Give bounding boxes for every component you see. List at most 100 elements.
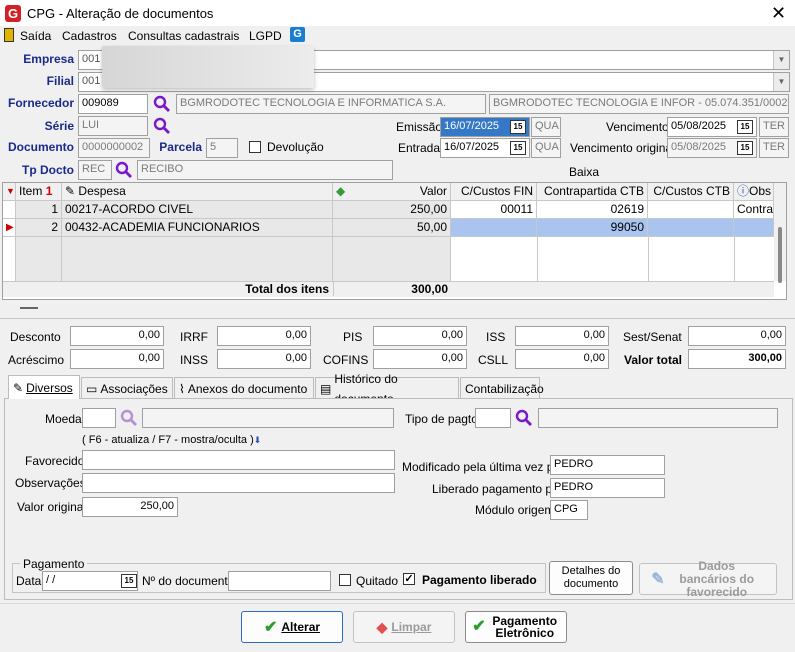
- tab-associacoes[interactable]: ▭ Associações: [81, 377, 173, 399]
- grid-resize-handle[interactable]: [20, 307, 38, 309]
- menu-saida[interactable]: Saída: [20, 29, 51, 43]
- filial-label: Filial: [46, 74, 74, 88]
- observacoes-field[interactable]: [82, 473, 395, 493]
- venc-original-calendar-icon: 15: [737, 141, 753, 155]
- window-title: CPG - Alteração de documentos: [27, 6, 214, 21]
- pagamento-data-label: Data: [16, 574, 42, 588]
- ndoc-label: Nº do documento: [142, 574, 235, 588]
- irrf-field[interactable]: 0,00: [217, 326, 311, 346]
- cell-obs[interactable]: Contrap: [734, 201, 774, 219]
- cofins-field[interactable]: 0,00: [373, 349, 467, 369]
- grid-scroll-thumb[interactable]: [778, 227, 782, 283]
- tab-diversos[interactable]: ✎ Diversos: [8, 375, 80, 399]
- cell-item[interactable]: 1: [16, 201, 62, 219]
- tpdocto-search-icon[interactable]: [115, 161, 133, 179]
- empresa-dropdown-icon[interactable]: ▼: [773, 51, 789, 69]
- devolucao-checkbox[interactable]: [249, 141, 261, 153]
- menu-consultas[interactable]: Consultas cadastrais: [128, 29, 239, 43]
- cell-despesa[interactable]: 00217-ACORDO CIVEL: [62, 201, 333, 219]
- items-grid[interactable]: ▼ Item 1 ✎ Despesa ◆ Valor C/Custos FIN C…: [2, 182, 787, 300]
- pagamento-eletronico-button[interactable]: ✔ Pagamento Eletrônico: [465, 611, 567, 643]
- tab-historico[interactable]: ▤Histórico do documento: [315, 372, 459, 406]
- entrada-calendar-icon[interactable]: 15: [510, 141, 526, 155]
- header-cc-fin[interactable]: C/Custos FIN: [451, 183, 537, 201]
- fornecedor-code-field[interactable]: 009089: [78, 94, 148, 114]
- cell-contrapartida[interactable]: 99050: [537, 219, 648, 237]
- tab-contabilizacao[interactable]: Contabilização: [460, 377, 544, 399]
- vencimento-calendar-icon[interactable]: 15: [737, 120, 753, 134]
- cell-cc-fin[interactable]: [451, 219, 537, 237]
- header-cc-ctb[interactable]: C/Custos CTB: [648, 183, 734, 201]
- tpdocto-code-field[interactable]: REC: [78, 160, 112, 180]
- fornecedor-name-field: BGMRODOTEC TECNOLOGIA E INFORMATICA S.A.: [176, 94, 486, 114]
- check-icon: ✔: [472, 618, 486, 635]
- desconto-field[interactable]: 0,00: [70, 326, 164, 346]
- menu-lgpd[interactable]: LGPD: [249, 29, 282, 43]
- header-contrapartida[interactable]: Contrapartida CTB: [537, 183, 648, 201]
- pagamento-liberado-checkbox[interactable]: ✓: [403, 573, 415, 585]
- tpdocto-name-field: RECIBO: [137, 160, 393, 180]
- favorecido-field[interactable]: [82, 450, 395, 470]
- dados-bancarios-button[interactable]: ✎ Dados bancários do favorecido: [639, 559, 777, 598]
- cell-cc-ctb[interactable]: [648, 201, 734, 219]
- app-logo-icon: G: [5, 5, 21, 22]
- cell-despesa[interactable]: 00432-ACADEMIA FUNCIONARIOS: [62, 219, 333, 237]
- menu-cadastros[interactable]: Cadastros: [62, 29, 117, 43]
- empresa-label: Empresa: [23, 52, 74, 66]
- cell-cc-fin[interactable]: 00011: [451, 201, 537, 219]
- parcela-field[interactable]: 5: [206, 138, 238, 158]
- header-valor[interactable]: ◆ Valor: [333, 183, 451, 201]
- cell-valor[interactable]: 50,00: [333, 219, 451, 237]
- cell-item[interactable]: 2: [16, 219, 62, 237]
- pagamento-group-label: Pagamento: [20, 557, 88, 571]
- history-icon: ▤: [320, 381, 332, 396]
- tab-anexos[interactable]: ⌇ Anexos do documento: [174, 377, 314, 399]
- grid-corner-icon: ▼: [3, 183, 16, 201]
- moeda-name-field: [142, 408, 394, 428]
- inss-field[interactable]: 0,00: [217, 349, 311, 369]
- header-item[interactable]: Item 1: [16, 183, 62, 201]
- vencimento-label: Vencimento: [606, 120, 669, 134]
- tipo-pagto-search-icon[interactable]: [515, 409, 533, 427]
- modulo-field: CPG: [550, 500, 588, 520]
- header-obs[interactable]: ⓘObs: [734, 183, 774, 201]
- ndoc-field[interactable]: [228, 571, 331, 591]
- alterar-button[interactable]: ✔ Alterar: [241, 611, 343, 643]
- serie-search-icon[interactable]: [153, 117, 171, 135]
- grid-divider: [648, 237, 649, 281]
- acrescimo-field[interactable]: 0,00: [70, 349, 164, 369]
- iss-label: ISS: [486, 330, 506, 344]
- iss-field[interactable]: 0,00: [515, 326, 609, 346]
- quitado-checkbox[interactable]: [339, 574, 351, 586]
- entrada-label: Entrada: [398, 141, 441, 155]
- emissao-calendar-icon[interactable]: 15: [510, 120, 526, 134]
- limpar-button[interactable]: ◆ Limpar: [353, 611, 455, 643]
- pagamento-calendar-icon[interactable]: 15: [121, 574, 137, 588]
- help-icon[interactable]: G: [290, 27, 305, 42]
- tpdocto-label: Tp Docto: [22, 163, 74, 177]
- moeda-search-icon[interactable]: [120, 409, 138, 427]
- cell-obs[interactable]: [734, 219, 774, 237]
- filial-dropdown-icon[interactable]: ▼: [773, 73, 789, 91]
- pis-field[interactable]: 0,00: [373, 326, 467, 346]
- tipo-pagto-field[interactable]: [475, 408, 511, 428]
- fornecedor-label: Fornecedor: [7, 96, 74, 110]
- fornecedor-search-icon[interactable]: [153, 95, 171, 113]
- csll-field[interactable]: 0,00: [515, 349, 609, 369]
- info-icon: ⓘ: [737, 184, 750, 198]
- vencimento-day: TER: [759, 117, 789, 137]
- grid-empty-col: [3, 237, 16, 281]
- cell-valor[interactable]: 250,00: [333, 201, 451, 219]
- cell-cc-ctb[interactable]: [648, 219, 734, 237]
- arrow-down-icon: ⬇: [253, 435, 262, 445]
- serie-field[interactable]: LUI: [78, 116, 148, 136]
- sest-field[interactable]: 0,00: [688, 326, 786, 346]
- detalhes-documento-button[interactable]: Detalhes do documento: [549, 561, 633, 595]
- cell-contrapartida[interactable]: 02619: [537, 201, 648, 219]
- sest-label: Sest/Senat: [623, 330, 682, 344]
- moeda-field[interactable]: [82, 408, 116, 428]
- modulo-label: Módulo origem: [475, 503, 555, 517]
- header-despesa[interactable]: ✎ Despesa: [62, 183, 333, 201]
- documento-field[interactable]: 0000000002: [78, 138, 150, 158]
- close-icon[interactable]: ✕: [771, 3, 786, 23]
